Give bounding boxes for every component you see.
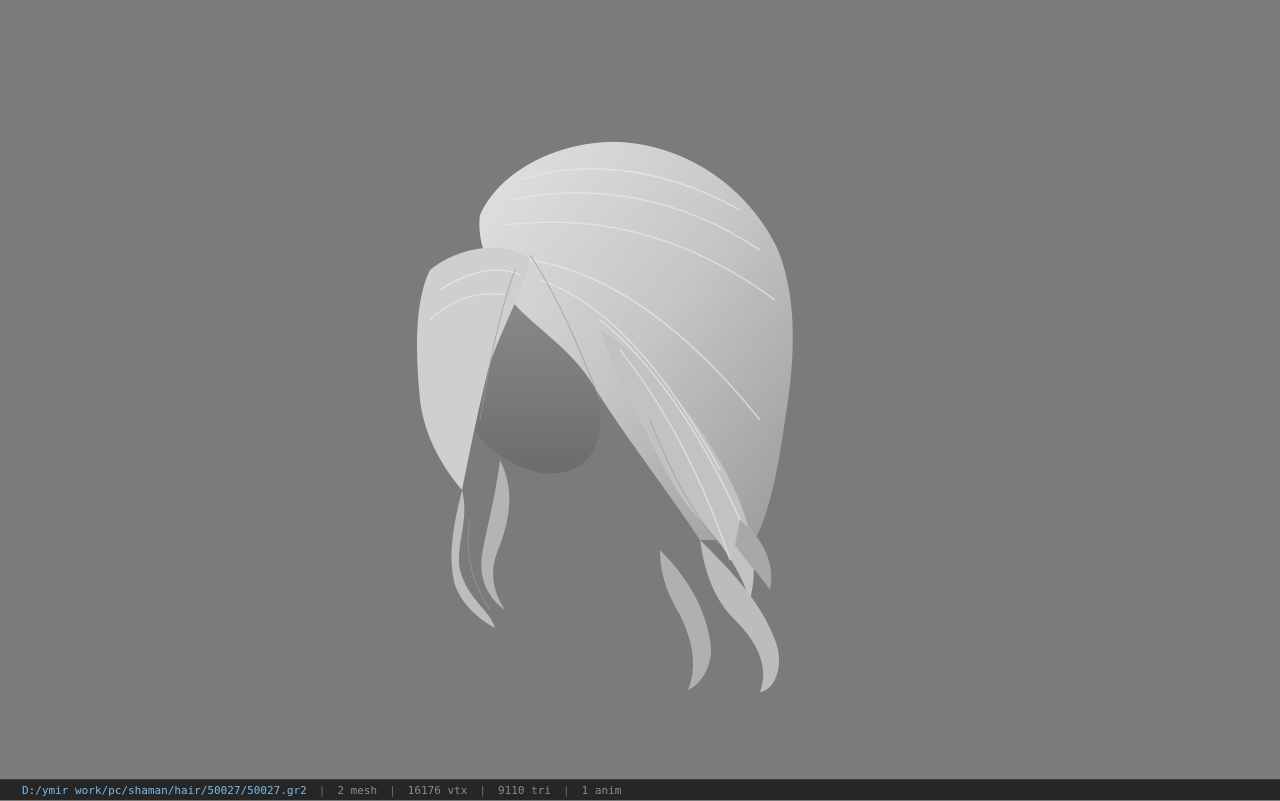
separator: | (318, 783, 326, 797)
vertex-count: 16176 vtx (407, 783, 468, 797)
separator: | (479, 783, 487, 797)
3d-viewport[interactable] (0, 0, 1280, 779)
separator: | (389, 783, 396, 797)
file-path: D:/ymir work/pc/shaman/hair/50027/50027.… (22, 783, 307, 797)
anim-count: 1 anim (581, 783, 622, 797)
hair-model (417, 141, 793, 692)
separator: | (563, 783, 570, 797)
mesh-count: 2 mesh (337, 783, 378, 797)
triangle-count: 9110 tri (498, 783, 551, 797)
status-bar: D:/ymir work/pc/shaman/hair/50027/50027.… (0, 779, 1280, 800)
